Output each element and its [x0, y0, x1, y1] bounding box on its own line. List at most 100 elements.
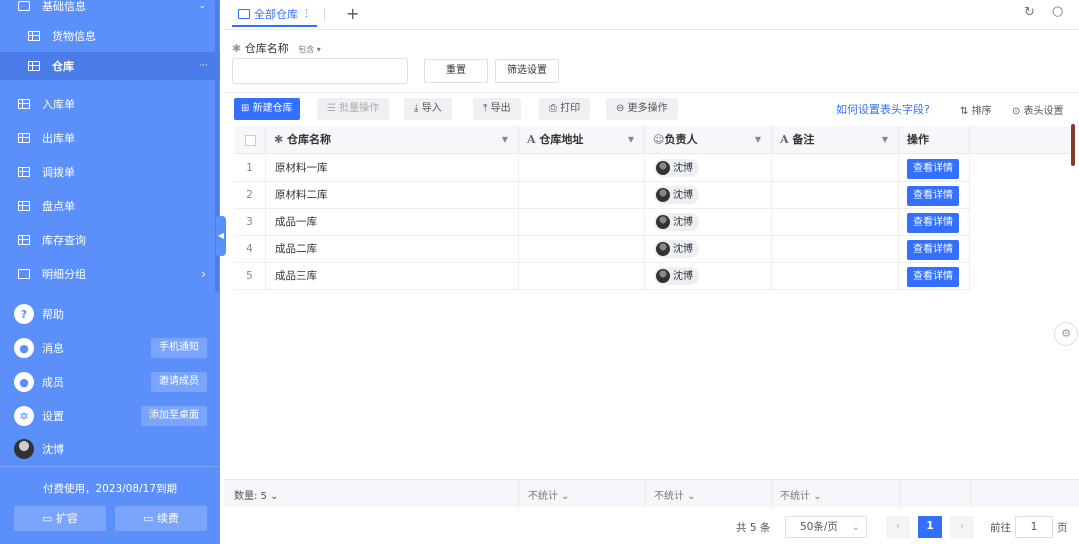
table-row[interactable]: 3 成品一库 沈博 查看详情 — [234, 209, 970, 236]
remark-cell[interactable] — [772, 263, 899, 290]
view-details-button[interactable]: 查看详情 — [907, 267, 959, 287]
summary-row: 数量: 5 ⌄ 不统计 ⌄ 不统计 ⌄ 不统计 ⌄ — [224, 479, 1079, 508]
warehouse-name-cell[interactable]: 成品三库 — [266, 263, 519, 290]
grid-icon — [18, 167, 30, 177]
reset-button[interactable]: 重置 — [424, 59, 488, 83]
sidebar-help[interactable]: ? 帮助 — [0, 300, 220, 328]
chevron-right-icon: › — [201, 267, 206, 281]
sidebar-settings[interactable]: ✲ 设置 添加至桌面 — [0, 402, 220, 430]
remark-summary[interactable]: 不统计 ⌄ — [780, 487, 822, 502]
sidebar-item-goods[interactable]: 货物信息 — [0, 22, 220, 50]
caret-down-icon[interactable]: ▼ — [502, 126, 508, 154]
add-tab-button[interactable]: + — [346, 4, 359, 23]
sidebar-item-detail-group[interactable]: 明细分组 › — [0, 260, 220, 288]
sidebar-section-basic-info[interactable]: 基础信息 ⌄ — [0, 0, 220, 20]
import-button[interactable]: ⤓ 导入 — [404, 98, 452, 120]
remark-cell[interactable] — [772, 209, 899, 236]
table-scrollbar[interactable] — [1071, 124, 1075, 166]
row-number: 1 — [234, 155, 266, 182]
search-icon[interactable]: ○ — [1052, 4, 1063, 19]
warehouse-address-cell[interactable] — [519, 209, 645, 236]
sidebar-item-inventory[interactable]: 库存查询 — [0, 226, 220, 254]
warehouse-name-filter-input[interactable] — [232, 58, 408, 84]
table-row[interactable]: 5 成品三库 沈博 查看详情 — [234, 263, 970, 290]
export-button[interactable]: ⤒ 导出 — [473, 98, 521, 120]
collapse-sidebar-button[interactable]: ◀ — [216, 216, 226, 256]
warehouse-address-cell[interactable] — [519, 155, 645, 182]
remark-cell[interactable] — [772, 236, 899, 263]
warehouse-name-cell[interactable]: 原材料二库 — [266, 182, 519, 209]
header-settings-button[interactable]: ⊙ 表头设置 — [1012, 102, 1064, 117]
tab-all-warehouses[interactable]: 全部仓库 ⋮ — [232, 3, 317, 27]
owner-cell[interactable]: 沈博 — [645, 209, 772, 236]
floating-settings-icon[interactable]: ⚙ — [1054, 322, 1078, 346]
more-icon: ⊖ — [616, 103, 625, 114]
header-help-link[interactable]: 如何设置表头字段? — [836, 101, 930, 117]
batch-operation-button[interactable]: ☰ 批量操作 — [317, 98, 390, 120]
column-header-name[interactable]: ✱ 仓库名称 ▼ — [266, 126, 519, 154]
warehouse-name-cell[interactable]: 成品二库 — [266, 236, 519, 263]
renew-button[interactable]: ▭ 续费 — [115, 506, 207, 531]
remark-cell[interactable] — [772, 182, 899, 209]
caret-down-icon[interactable]: ▼ — [882, 126, 888, 154]
caret-down-icon[interactable]: ▼ — [755, 126, 761, 154]
view-details-button[interactable]: 查看详情 — [907, 240, 959, 260]
select-all-checkbox[interactable] — [245, 134, 256, 146]
add-to-desktop-button[interactable]: 添加至桌面 — [141, 406, 207, 426]
column-header-address[interactable]: A 仓库地址 ▼ — [519, 126, 645, 154]
expand-button[interactable]: ▭ 扩容 — [14, 506, 106, 531]
sidebar-messages[interactable]: ● 消息 手机通知 — [0, 334, 220, 362]
new-warehouse-button[interactable]: ⊞ 新建仓库 — [234, 98, 300, 120]
sidebar-item-transfer[interactable]: 调拨单 — [0, 158, 220, 186]
owner-cell[interactable]: 沈博 — [645, 182, 772, 209]
sidebar-item-stocktake[interactable]: 盘点单 — [0, 192, 220, 220]
page-1-button[interactable]: 1 — [918, 516, 942, 538]
sidebar-item-label: 入库单 — [42, 98, 75, 111]
table-row[interactable]: 1 原材料一库 沈博 查看详情 — [234, 155, 970, 182]
view-details-button[interactable]: 查看详情 — [907, 213, 959, 233]
table-icon — [238, 9, 250, 19]
table-row[interactable]: 2 原材料二库 沈博 查看详情 — [234, 182, 970, 209]
warehouse-name-cell[interactable]: 原材料一库 — [266, 155, 519, 182]
address-summary[interactable]: 不统计 ⌄ — [528, 487, 570, 502]
print-button[interactable]: ⎙ 打印 — [539, 98, 591, 120]
sidebar-bottom-label: 消息 — [42, 342, 64, 355]
sidebar-item-label: 盘点单 — [42, 200, 75, 213]
view-details-button[interactable]: 查看详情 — [907, 159, 959, 179]
goto-page-input[interactable]: 1 — [1015, 516, 1053, 538]
warehouse-address-cell[interactable] — [519, 182, 645, 209]
sidebar-item-inbound[interactable]: 入库单 — [0, 90, 220, 118]
invite-member-button[interactable]: 邀请成员 — [151, 372, 207, 392]
user-avatar — [656, 269, 670, 283]
warehouse-address-cell[interactable] — [519, 236, 645, 263]
view-details-button[interactable]: 查看详情 — [907, 186, 959, 206]
page-size-select[interactable]: 50条/页 ⌄ — [785, 516, 867, 538]
warehouse-address-cell[interactable] — [519, 263, 645, 290]
tab-menu-icon[interactable]: ⋮ — [302, 9, 311, 19]
next-page-button[interactable]: › — [950, 516, 974, 538]
owner-cell[interactable]: 沈博 — [645, 236, 772, 263]
warehouse-name-cell[interactable]: 成品一库 — [266, 209, 519, 236]
filter-settings-button[interactable]: 筛选设置 — [495, 59, 559, 83]
sidebar-user[interactable]: 沈博 — [0, 435, 220, 463]
owner-cell[interactable]: 沈博 — [645, 263, 772, 290]
total-count: 共 5 条 — [736, 522, 771, 534]
remark-cell[interactable] — [772, 155, 899, 182]
column-header-owner[interactable]: ☺负责人 ▼ — [645, 126, 772, 154]
column-header-remark[interactable]: A 备注 ▼ — [772, 126, 899, 154]
owner-summary[interactable]: 不统计 ⌄ — [654, 487, 696, 502]
filter-operator[interactable]: 包含 ▾ — [298, 45, 321, 54]
caret-down-icon[interactable]: ▼ — [628, 126, 634, 154]
refresh-icon[interactable]: ↻ — [1024, 5, 1035, 20]
more-operations-button[interactable]: ⊖ 更多操作 — [606, 98, 678, 120]
prev-page-button[interactable]: ‹ — [886, 516, 910, 538]
mobile-notify-button[interactable]: 手机通知 — [151, 338, 207, 358]
sort-button[interactable]: ⇅ 排序 — [960, 102, 992, 117]
sidebar-members[interactable]: ● 成员 邀请成员 — [0, 368, 220, 396]
count-summary[interactable]: 数量: 5 ⌄ — [234, 487, 278, 502]
more-icon[interactable]: ··· — [199, 61, 208, 71]
sidebar-item-warehouse[interactable]: 仓库 ··· — [0, 52, 220, 80]
owner-cell[interactable]: 沈博 — [645, 155, 772, 182]
sidebar-item-outbound[interactable]: 出库单 — [0, 124, 220, 152]
table-row[interactable]: 4 成品二库 沈博 查看详情 — [234, 236, 970, 263]
